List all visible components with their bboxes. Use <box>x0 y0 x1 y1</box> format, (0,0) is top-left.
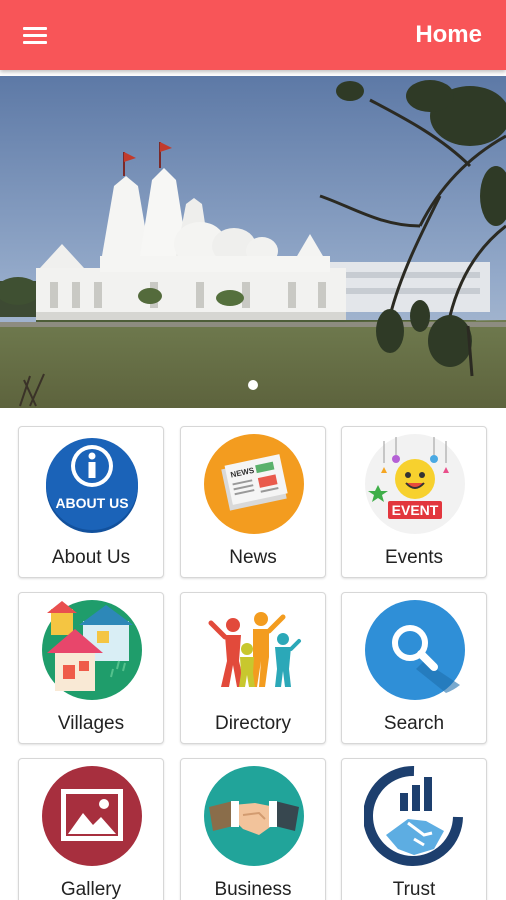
tile-about-us[interactable]: ABOUT US About Us <box>18 426 164 578</box>
menu-button[interactable] <box>14 17 56 53</box>
banner-carousel[interactable] <box>0 76 506 408</box>
tile-gallery[interactable]: Gallery <box>18 758 164 900</box>
tile-label: Directory <box>214 713 291 734</box>
tile-villages[interactable]: Villages <box>18 592 164 744</box>
family-people-icon <box>208 612 301 687</box>
trust-handshake-chart-icon <box>364 765 463 866</box>
tile-label: Business <box>214 879 292 900</box>
tile-news[interactable]: NEWS News <box>180 426 326 578</box>
tile-directory[interactable]: Directory <box>180 592 326 744</box>
magnifier-icon <box>365 600 465 700</box>
app-bar: Home <box>0 0 506 70</box>
event-smiley-icon: EVENT <box>365 434 465 534</box>
tile-label: Trust <box>392 879 436 900</box>
tile-trust[interactable]: Trust <box>341 758 487 900</box>
tile-search[interactable]: Search <box>341 592 487 744</box>
carousel-indicators <box>0 380 506 390</box>
handshake-icon <box>204 766 304 866</box>
tile-label: Search <box>383 713 445 734</box>
village-houses-icon <box>42 600 142 700</box>
carousel-dot-active[interactable] <box>248 380 258 390</box>
tile-label: Villages <box>57 713 125 734</box>
about-us-info-icon: ABOUT US <box>46 438 138 533</box>
newspaper-icon: NEWS <box>204 434 304 534</box>
tile-label: About Us <box>51 547 131 568</box>
tile-events[interactable]: EVENT Events <box>341 426 487 578</box>
tile-label: News <box>229 547 277 568</box>
hamburger-menu-icon <box>23 27 47 44</box>
home-screen: Home ABOUT US About Us NEWS News EVENT E… <box>0 0 506 900</box>
banner-image <box>0 76 506 408</box>
tile-business[interactable]: Business <box>180 758 326 900</box>
tile-label: Gallery <box>60 879 122 900</box>
about-us-badge-text: ABOUT US <box>55 495 128 511</box>
event-badge-text: EVENT <box>392 502 439 518</box>
page-title: Home <box>415 21 482 48</box>
tile-label: Events <box>384 547 444 568</box>
picture-frame-icon <box>42 766 142 866</box>
